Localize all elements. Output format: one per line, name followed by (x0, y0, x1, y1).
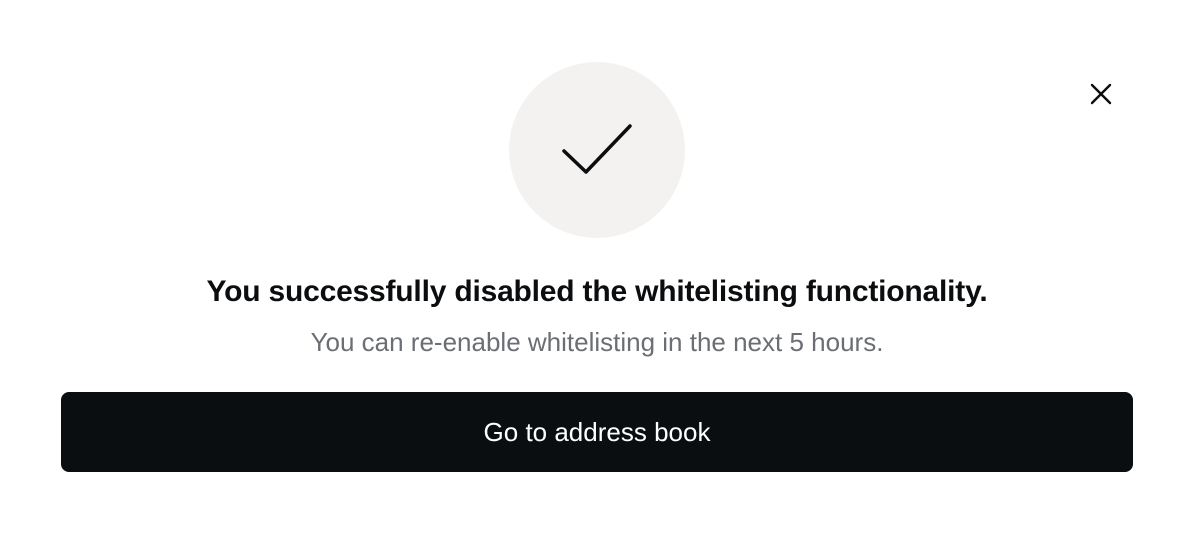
dialog-title: You successfully disabled the whitelisti… (206, 275, 988, 308)
close-icon (1090, 83, 1112, 105)
checkmark-icon (562, 124, 632, 174)
dialog-subtitle: You can re-enable whitelisting in the ne… (310, 327, 884, 357)
success-icon-badge (509, 62, 685, 238)
go-to-address-book-button[interactable]: Go to address book (61, 392, 1133, 472)
success-dialog: You successfully disabled the whitelisti… (0, 0, 1194, 533)
close-button[interactable] (1085, 78, 1117, 110)
